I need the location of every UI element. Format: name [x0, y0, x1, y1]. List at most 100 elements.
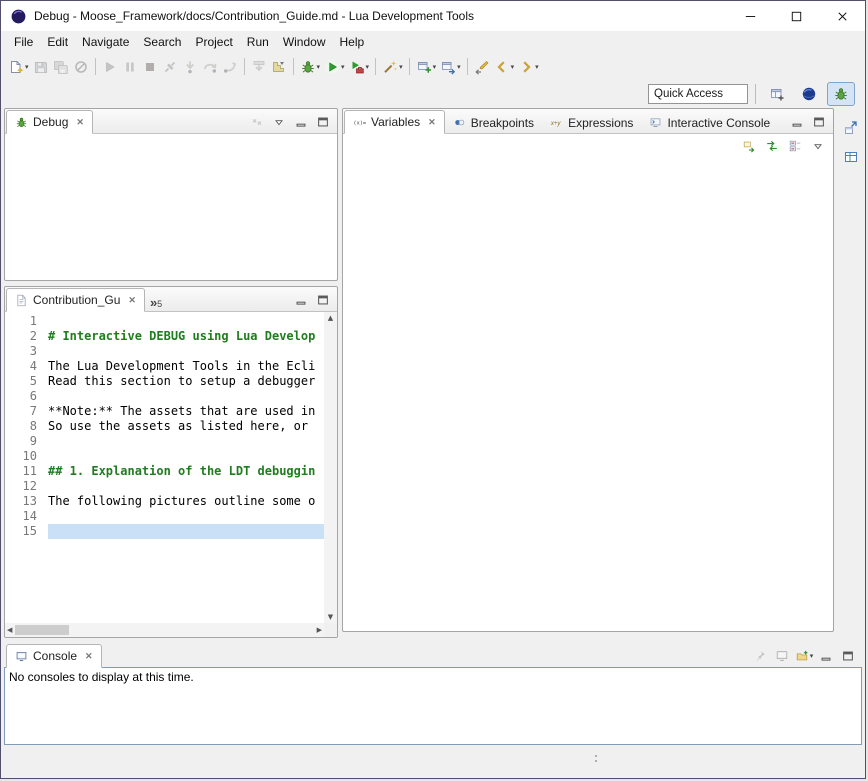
dropdown-arrow-icon[interactable]: ▾: [341, 63, 345, 71]
toolbar-separator: [95, 58, 96, 75]
back-button[interactable]: ▾: [492, 55, 517, 78]
line-text: So use the assets as listed here, or: [48, 419, 324, 434]
line-number: 7: [5, 404, 48, 419]
dropdown-arrow-icon[interactable]: ▾: [433, 63, 437, 71]
dropdown-arrow-icon[interactable]: ▾: [366, 63, 370, 71]
minimize-button[interactable]: [816, 646, 836, 665]
dropdown-arrow-icon[interactable]: ▾: [399, 63, 403, 71]
close-icon[interactable]: ✕: [128, 295, 136, 306]
scroll-right-icon[interactable]: ▶: [317, 626, 322, 634]
menu-file[interactable]: File: [7, 33, 40, 51]
window-close-button[interactable]: [819, 1, 865, 31]
maximize-button[interactable]: [809, 112, 829, 131]
open-perspective-button[interactable]: [763, 82, 791, 106]
run-button[interactable]: ▾: [322, 55, 347, 78]
ldt-perspective-button[interactable]: [795, 82, 823, 106]
drop-to-frame-button: [249, 55, 269, 78]
new-lua-file-button[interactable]: ▾: [414, 55, 439, 78]
editor-view: Contribution_Gu ✕ » 5 12# Interactive DE…: [4, 286, 338, 638]
dropdown-arrow-icon[interactable]: ▾: [25, 63, 29, 71]
close-icon[interactable]: ✕: [85, 651, 93, 662]
menu-tri-icon: [811, 139, 825, 153]
last-edit-icon: [474, 59, 490, 75]
resize-grip[interactable]: [595, 755, 597, 757]
tab-contribution-guide[interactable]: Contribution_Gu ✕: [6, 288, 145, 312]
editor-tab-overflow[interactable]: » 5: [145, 297, 167, 311]
open-console-button[interactable]: ▾: [794, 646, 814, 665]
console-tabbar: Console ✕ ▾: [4, 643, 862, 667]
maximize-button[interactable]: [313, 112, 333, 131]
menu-project[interactable]: Project: [188, 33, 239, 51]
dropdown-arrow-icon[interactable]: ▾: [511, 63, 515, 71]
editor-line: 12: [5, 479, 324, 494]
editor-area[interactable]: 12# Interactive DEBUG using Lua Develop3…: [5, 312, 337, 637]
scroll-up-icon[interactable]: ▲: [328, 314, 333, 322]
line-text: The following pictures outline some o: [48, 494, 324, 509]
tab-debug[interactable]: Debug ✕: [6, 110, 93, 134]
tab-variables[interactable]: (x)=Variables✕: [344, 110, 445, 134]
new-wizard-button[interactable]: ▾: [6, 55, 31, 78]
minimized-views-trim: [838, 108, 863, 638]
restore-minimized-views-button[interactable]: [840, 118, 862, 138]
step-filters-icon: [271, 59, 287, 75]
editor-vertical-scrollbar[interactable]: ▲ ▼: [324, 312, 337, 623]
editor-line: 15: [5, 524, 324, 539]
window-maximize-button[interactable]: [773, 1, 819, 31]
show-logical-structure-button[interactable]: [739, 137, 759, 156]
dropdown-arrow-icon[interactable]: ▾: [457, 63, 461, 71]
debug-perspective-button[interactable]: [827, 82, 855, 106]
line-number: 4: [5, 359, 48, 374]
minimize-button[interactable]: [291, 290, 311, 309]
view-menu-button[interactable]: [808, 137, 828, 156]
editor-line: 13The following pictures outline some o: [5, 494, 324, 509]
perspective-bar: Quick Access: [1, 80, 865, 107]
scrollbar-corner: [324, 623, 337, 637]
menu-run[interactable]: Run: [240, 33, 276, 51]
nav-back-icon: [494, 59, 510, 75]
view-menu-button[interactable]: [269, 112, 289, 131]
open-element-button[interactable]: ▾: [438, 55, 463, 78]
scroll-left-icon[interactable]: ◀: [7, 626, 12, 634]
minimize-button[interactable]: [291, 112, 311, 131]
scrollbar-thumb[interactable]: [15, 625, 69, 635]
editor-horizontal-scrollbar[interactable]: ◀ ▶: [5, 623, 324, 637]
tab-interactive-console[interactable]: Interactive Console: [641, 112, 778, 133]
menu-search[interactable]: Search: [136, 33, 188, 51]
switch-layout-button[interactable]: [762, 137, 782, 156]
table-view-icon: [843, 149, 859, 165]
menu-help[interactable]: Help: [333, 33, 372, 51]
dropdown-arrow-icon[interactable]: ▾: [317, 63, 321, 71]
line-number: 1: [5, 314, 48, 329]
maximize-button[interactable]: [313, 290, 333, 309]
line-number: 9: [5, 434, 48, 449]
collapse-all-button[interactable]: [785, 137, 805, 156]
forward-button[interactable]: ▾: [516, 55, 541, 78]
use-step-filters-button[interactable]: [269, 55, 289, 78]
dropdown-arrow-icon[interactable]: ▾: [810, 652, 814, 660]
quick-access-input[interactable]: Quick Access: [648, 84, 748, 104]
line-number: 15: [5, 524, 48, 539]
tab-expressions[interactable]: x+yExpressions: [542, 112, 641, 133]
last-edit-location-button[interactable]: [472, 55, 492, 78]
menu-window[interactable]: Window: [276, 33, 333, 51]
external-tools-button[interactable]: ▾: [347, 55, 372, 78]
close-icon[interactable]: ✕: [428, 117, 436, 128]
svg-text:x+y: x+y: [550, 120, 561, 127]
maximize-button[interactable]: [838, 646, 858, 665]
run-play-icon: [324, 59, 340, 75]
dropdown-arrow-icon[interactable]: ▾: [535, 63, 539, 71]
close-icon[interactable]: ✕: [76, 117, 84, 128]
menu-edit[interactable]: Edit: [40, 33, 75, 51]
debug-button[interactable]: ▾: [298, 55, 323, 78]
editor-line: 9: [5, 434, 324, 449]
restore-view-icon: [843, 120, 859, 136]
menu-navigate[interactable]: Navigate: [75, 33, 136, 51]
scroll-down-icon[interactable]: ▼: [328, 613, 333, 621]
minimize-button[interactable]: [787, 112, 807, 131]
left-column: Debug ✕ Contribution_Gu ✕ »: [4, 108, 338, 638]
code-assist-wand-button[interactable]: ▾: [380, 55, 405, 78]
window-minimize-button[interactable]: [727, 1, 773, 31]
minimized-grid-view-button[interactable]: [840, 147, 862, 167]
tab-breakpoints[interactable]: Breakpoints: [445, 112, 542, 133]
tab-console[interactable]: Console ✕: [6, 644, 102, 668]
